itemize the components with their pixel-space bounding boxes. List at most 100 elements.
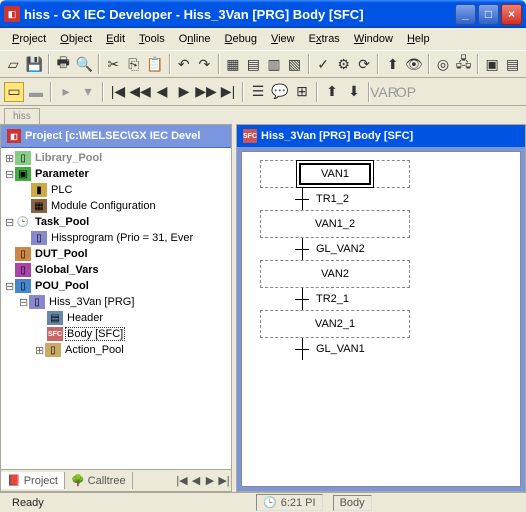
trans-tool[interactable]: ▬ [26,82,46,102]
monitor-button[interactable]: 👁 [404,54,424,74]
tab-nav-last[interactable]: ▶| [217,474,231,488]
tree-hiss-3van[interactable]: ⊟▯Hiss_3Van [PRG] [3,294,229,310]
op-button[interactable]: OP [396,82,416,102]
paste-button[interactable]: 📋 [145,54,164,74]
build-button[interactable]: ⚙ [334,54,353,74]
tab-nav-next[interactable]: ▶ [203,474,217,488]
gvl-button[interactable]: ▧ [285,54,304,74]
save-button[interactable]: 💾 [25,54,44,74]
copy-button[interactable]: ⎘ [125,54,144,74]
separator [308,54,310,74]
sfc-trans-gl-van2[interactable]: GL_VAN2 [260,238,410,260]
upload-button[interactable]: ⬆ [322,82,342,102]
rebuild-button[interactable]: ⟳ [355,54,374,74]
menu-view[interactable]: View [265,31,301,47]
download-button[interactable]: ⬇ [344,82,364,102]
tab-hiss[interactable]: hiss [4,108,40,124]
separator [242,82,244,102]
menu-window[interactable]: Window [348,31,399,47]
prev-button[interactable]: ◀◀ [130,82,150,102]
action-icon: ▯ [45,343,61,357]
sfc-trans-tr1-2[interactable]: TR1_2 [260,188,410,210]
clock-icon: 🕒 [263,496,277,509]
tree-body-sfc[interactable]: SFCBody [SFC] [3,326,229,342]
tree-plc[interactable]: ▮PLC [3,182,229,198]
menu-object[interactable]: Object [54,31,98,47]
separator [218,54,220,74]
list-button[interactable]: ☰ [248,82,268,102]
misc2-button[interactable]: ▤ [503,54,522,74]
sfc-step-van1[interactable]: VAN1 [260,160,410,188]
tab-nav-prev[interactable]: ◀ [189,474,203,488]
cut-button[interactable]: ✂ [104,54,123,74]
new-button[interactable]: ▱ [4,54,23,74]
last-button[interactable]: ▶| [218,82,238,102]
menu-online[interactable]: Online [173,31,217,47]
tree-dut-pool[interactable]: ▯DUT_Pool [3,246,229,262]
tree-module-config[interactable]: ▦Module Configuration [3,198,229,214]
tab-calltree[interactable]: 🌳Calltree [65,472,133,489]
menu-extras[interactable]: Extras [303,31,346,47]
first-button[interactable]: |◀ [108,82,128,102]
project-tree[interactable]: ⊞▯Library_Pool ⊟▣Parameter ▮PLC ▦Module … [1,148,231,469]
print-button[interactable]: 🖶 [54,54,73,74]
status-time: 🕒6:21 PI [256,494,323,511]
tab-nav-first[interactable]: |◀ [175,474,189,488]
jump-tool[interactable]: ▾ [78,82,98,102]
doc-header: SFC Hiss_3Van [PRG] Body [SFC] [237,125,525,147]
menu-help[interactable]: Help [401,31,436,47]
undo-button[interactable]: ↶ [175,54,194,74]
task-button[interactable]: ▤ [244,54,263,74]
maximize-button[interactable]: □ [478,4,499,25]
misc1-button[interactable]: ▣ [483,54,502,74]
sfc-icon: SFC [47,327,63,341]
transfer-button[interactable]: ⬆ [383,54,402,74]
back-button[interactable]: ◀ [152,82,172,102]
close-button[interactable]: × [501,4,522,25]
dut-button[interactable]: ▥ [265,54,284,74]
separator [98,54,100,74]
redo-button[interactable]: ↷ [195,54,214,74]
tab-project[interactable]: 📕Project [1,472,65,489]
preview-button[interactable]: 🔍 [75,54,94,74]
tree-header[interactable]: ▤Header [3,310,229,326]
branch-tool[interactable]: ▸ [56,82,76,102]
tree-pou-pool[interactable]: ⊟▯POU_Pool [3,278,229,294]
var-button[interactable]: VAR [374,82,394,102]
menu-tools[interactable]: Tools [133,31,171,47]
tree-task-pool[interactable]: ⊟🕒Task_Pool [3,214,229,230]
tree-library-pool[interactable]: ⊞▯Library_Pool [3,150,229,166]
tree-parameter[interactable]: ⊟▣Parameter [3,166,229,182]
titlebar: ◧ hiss - GX IEC Developer - Hiss_3Van [P… [0,0,526,28]
minimize-button[interactable]: _ [455,4,476,25]
sfc-step-van2[interactable]: VAN2 [260,260,410,288]
separator [316,82,318,102]
separator [477,54,479,74]
menu-debug[interactable]: Debug [219,31,263,47]
config-button[interactable]: 🖧 [454,54,473,74]
next-button[interactable]: ▶▶ [196,82,216,102]
target-button[interactable]: ◎ [434,54,453,74]
sfc-step-van1-2[interactable]: VAN1_2 [260,210,410,238]
separator [48,54,50,74]
step-tool[interactable]: ▭ [4,82,24,102]
grid-button[interactable]: ⊞ [292,82,312,102]
sfc-trans-gl-van1[interactable]: GL_VAN1 [260,338,410,360]
sfc-doc-icon: SFC [243,129,257,143]
tree-global-vars[interactable]: ▯Global_Vars [3,262,229,278]
sfc-canvas[interactable]: VAN1 TR1_2 VAN1_2 GL_VAN2 VAN2 TR2_1 VAN… [241,151,521,487]
fwd-button[interactable]: ▶ [174,82,194,102]
menu-project[interactable]: Project [6,31,52,47]
check-button[interactable]: ✓ [314,54,333,74]
sfc-step-van2-1[interactable]: VAN2_1 [260,310,410,338]
comment-button[interactable]: 💬 [270,82,290,102]
tree-action-pool[interactable]: ⊞▯Action_Pool [3,342,229,358]
plc-icon: ▮ [31,183,47,197]
separator [102,82,104,102]
menu-edit[interactable]: Edit [100,31,131,47]
separator [428,54,430,74]
sfc-trans-tr2-1[interactable]: TR2_1 [260,288,410,310]
tree-hissprogram[interactable]: ▯Hissprogram (Prio = 31, Ever [3,230,229,246]
pou-button[interactable]: ▦ [224,54,243,74]
tree-header: ◧ Project [c:\MELSEC\GX IEC Devel [1,125,231,148]
